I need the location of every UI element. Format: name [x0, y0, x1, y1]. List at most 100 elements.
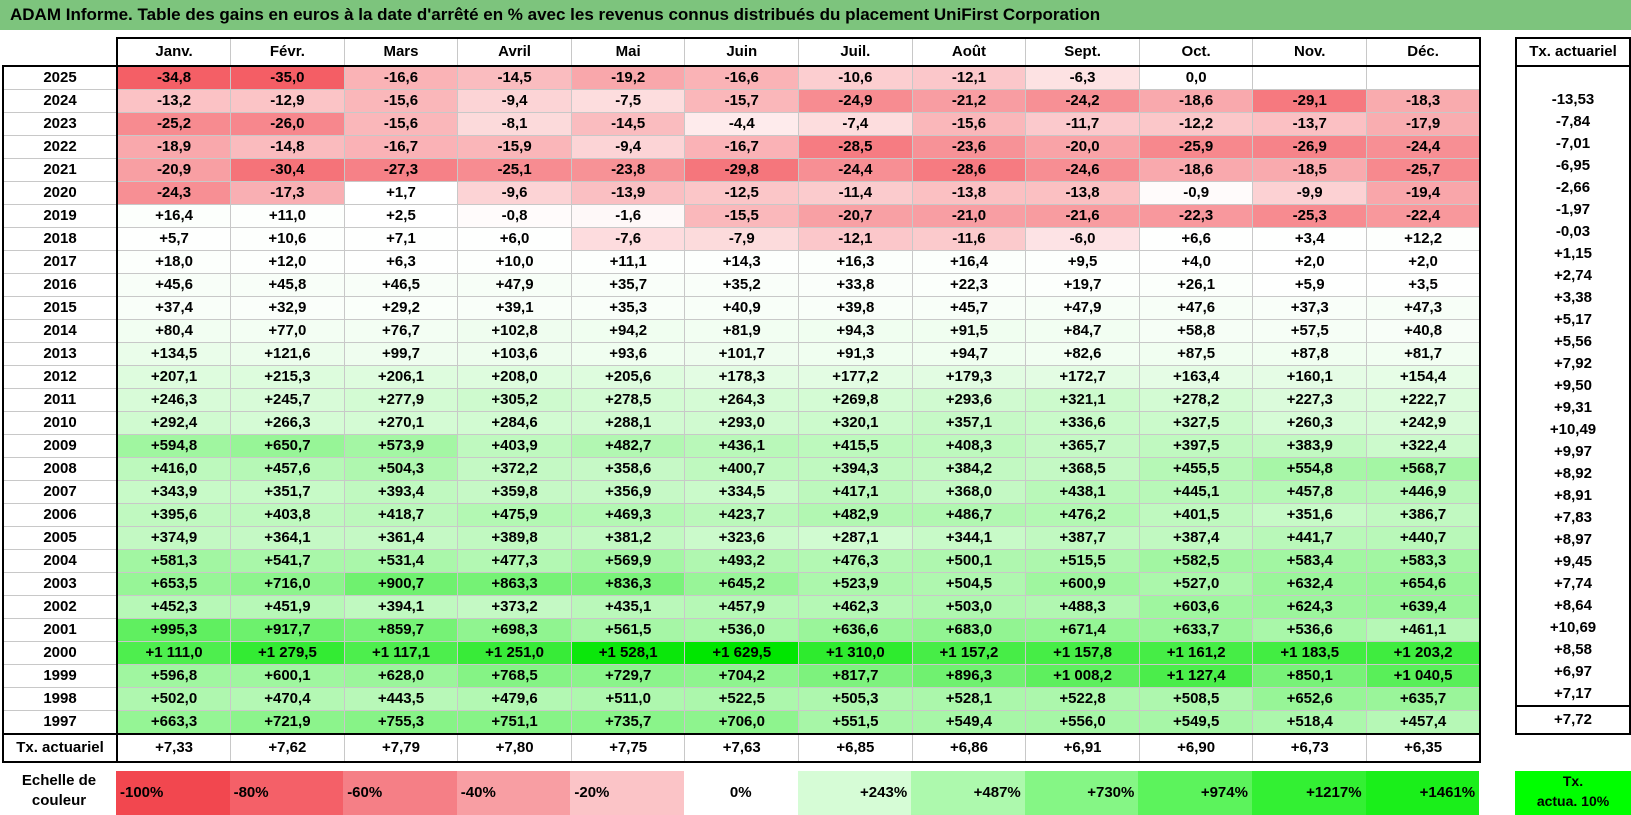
gain-cell: -28,6	[911, 158, 1027, 182]
tx-value: +8,58	[1515, 639, 1631, 661]
gain-cell: -14,5	[457, 65, 572, 90]
gain-cell: +47,9	[457, 273, 572, 297]
gain-cell: +477,3	[457, 549, 572, 573]
gain-cell: +394,3	[798, 457, 913, 481]
scale-swatch: -60%	[343, 771, 457, 815]
gain-cell: +26,1	[1138, 273, 1254, 297]
gain-cell: -26,9	[1252, 135, 1368, 159]
gain-cell: +336,6	[1025, 411, 1140, 435]
gain-cell: +462,3	[798, 595, 913, 619]
gain-cell: +850,1	[1252, 664, 1368, 688]
gain-cell: +400,7	[684, 457, 800, 481]
gain-cell: +206,1	[343, 365, 459, 389]
tx-value: +8,64	[1515, 595, 1631, 617]
gain-cell: +896,3	[911, 664, 1027, 688]
gain-cell: +368,0	[911, 480, 1027, 504]
gain-cell: +18,0	[116, 250, 232, 274]
gain-cell: +1 203,2	[1366, 641, 1482, 665]
gain-cell: +536,0	[684, 618, 800, 642]
gain-cell: +287,1	[798, 526, 913, 550]
table-row: 2004 +581,3 +541,7 +531,4 +477,3 +569,9 +493,2…	[2, 549, 1482, 573]
table-row: 1998 +502,0 +470,4 +443,5 +479,6 +511,0 +522,5…	[2, 687, 1482, 711]
footer-value: +7,80	[457, 733, 572, 763]
month-header: Juil.	[798, 37, 913, 67]
color-scale-label-line2: couleur	[31, 792, 87, 809]
month-header-row: Janv. Févr. Mars Avril Mai Juin Juil. Août Sept.…	[3, 37, 1482, 67]
year-rows: 2025 -34,8 -35,0 -16,6 -14,5 -19,2 -16,6 -10,6-…	[2, 65, 1482, 735]
gain-cell: +2,0	[1252, 250, 1368, 274]
gain-cell: +2,5	[343, 204, 459, 228]
gain-cell: -24,6	[1025, 158, 1140, 182]
gain-cell: +16,4	[911, 250, 1027, 274]
gain-cell: -12,1	[911, 65, 1027, 90]
table-row: 2002 +452,3 +451,9 +394,1 +373,2 +435,1 +457,9…	[2, 595, 1482, 619]
gain-cell: +76,7	[343, 319, 459, 343]
gain-cell: +600,1	[230, 664, 345, 688]
gain-cell: -29,8	[684, 158, 800, 182]
month-header: Avril	[457, 37, 572, 67]
gain-cell: +264,3	[684, 388, 800, 412]
year-label: 2016	[2, 273, 118, 297]
tx-value: +8,97	[1515, 529, 1631, 551]
gain-cell: +357,1	[911, 411, 1027, 435]
year-label: 1997	[2, 710, 118, 735]
year-label: 2015	[2, 296, 118, 320]
gain-cell: -26,0	[230, 112, 345, 136]
gain-cell: -9,4	[570, 135, 686, 159]
gain-cell: -6,3	[1025, 65, 1140, 90]
gain-cell: +5,9	[1252, 273, 1368, 297]
gain-cell: +305,2	[457, 388, 572, 412]
gain-cell: +374,9	[116, 526, 232, 550]
gain-cell: -0,9	[1138, 181, 1254, 205]
gain-cell: +91,3	[798, 342, 913, 366]
gain-cell: +11,0	[230, 204, 345, 228]
gain-cell: +227,3	[1252, 388, 1368, 412]
gain-cell: +359,8	[457, 480, 572, 504]
table-row: 2007 +343,9 +351,7 +393,4 +359,8 +356,9 +334,5…	[2, 480, 1482, 504]
tx-footer-value: +7,72	[1515, 705, 1631, 735]
table-row: 2015 +37,4 +32,9 +29,2 +39,1 +35,3 +40,9 +39,8 +…	[2, 296, 1482, 320]
gain-cell: +522,5	[684, 687, 800, 711]
tx-value: -6,95	[1515, 155, 1631, 177]
gain-cell: +14,3	[684, 250, 800, 274]
gain-cell: +7,1	[343, 227, 459, 251]
gain-cell: +482,7	[570, 434, 686, 458]
gain-cell: +384,2	[911, 457, 1027, 481]
year-label: 2024	[2, 89, 118, 113]
gain-cell: +401,5	[1138, 503, 1254, 527]
gain-cell: -27,3	[343, 158, 459, 182]
gain-cell: -24,4	[1366, 135, 1482, 159]
gain-cell: +270,1	[343, 411, 459, 435]
table-row: 2012 +207,1 +215,3 +206,1 +208,0 +205,6 +178,3…	[2, 365, 1482, 389]
gain-cell: +603,6	[1138, 595, 1254, 619]
year-label: 2006	[2, 503, 118, 527]
color-scale: -100% -80% -60% -40% -20% 0% +243% +487% +730% +9…	[116, 771, 1480, 815]
tx-value: +9,31	[1515, 397, 1631, 419]
gain-cell: -12,1	[798, 227, 913, 251]
gain-cell: +768,5	[457, 664, 572, 688]
gain-cell: +508,5	[1138, 687, 1254, 711]
gain-cell: -16,7	[343, 135, 459, 159]
gain-cell: +568,7	[1366, 457, 1482, 481]
gain-cell: -30,4	[230, 158, 345, 182]
gain-cell: +1 008,2	[1025, 664, 1140, 688]
tx-value	[1515, 66, 1631, 89]
year-label: 1998	[2, 687, 118, 711]
gain-cell: +381,2	[570, 526, 686, 550]
footer-value: +7,63	[684, 733, 800, 763]
gain-cell: +1 183,5	[1252, 641, 1368, 665]
gain-cell: +403,8	[230, 503, 345, 527]
gain-cell: +441,7	[1252, 526, 1368, 550]
month-header: Juin	[684, 37, 800, 67]
gain-cell: -13,9	[570, 181, 686, 205]
table-row: 2017 +18,0 +12,0 +6,3 +10,0 +11,1 +14,3 +16,3 +1…	[2, 250, 1482, 274]
gain-cell: +47,6	[1138, 296, 1254, 320]
gain-cell: -14,5	[570, 112, 686, 136]
gain-cell: +704,2	[684, 664, 800, 688]
gain-cell: +863,3	[457, 572, 572, 596]
gain-cell: +321,1	[1025, 388, 1140, 412]
gain-cell: +320,1	[798, 411, 913, 435]
gain-cell: -9,4	[457, 89, 572, 113]
tx-value: +9,50	[1515, 375, 1631, 397]
gain-cell: -18,6	[1138, 158, 1254, 182]
